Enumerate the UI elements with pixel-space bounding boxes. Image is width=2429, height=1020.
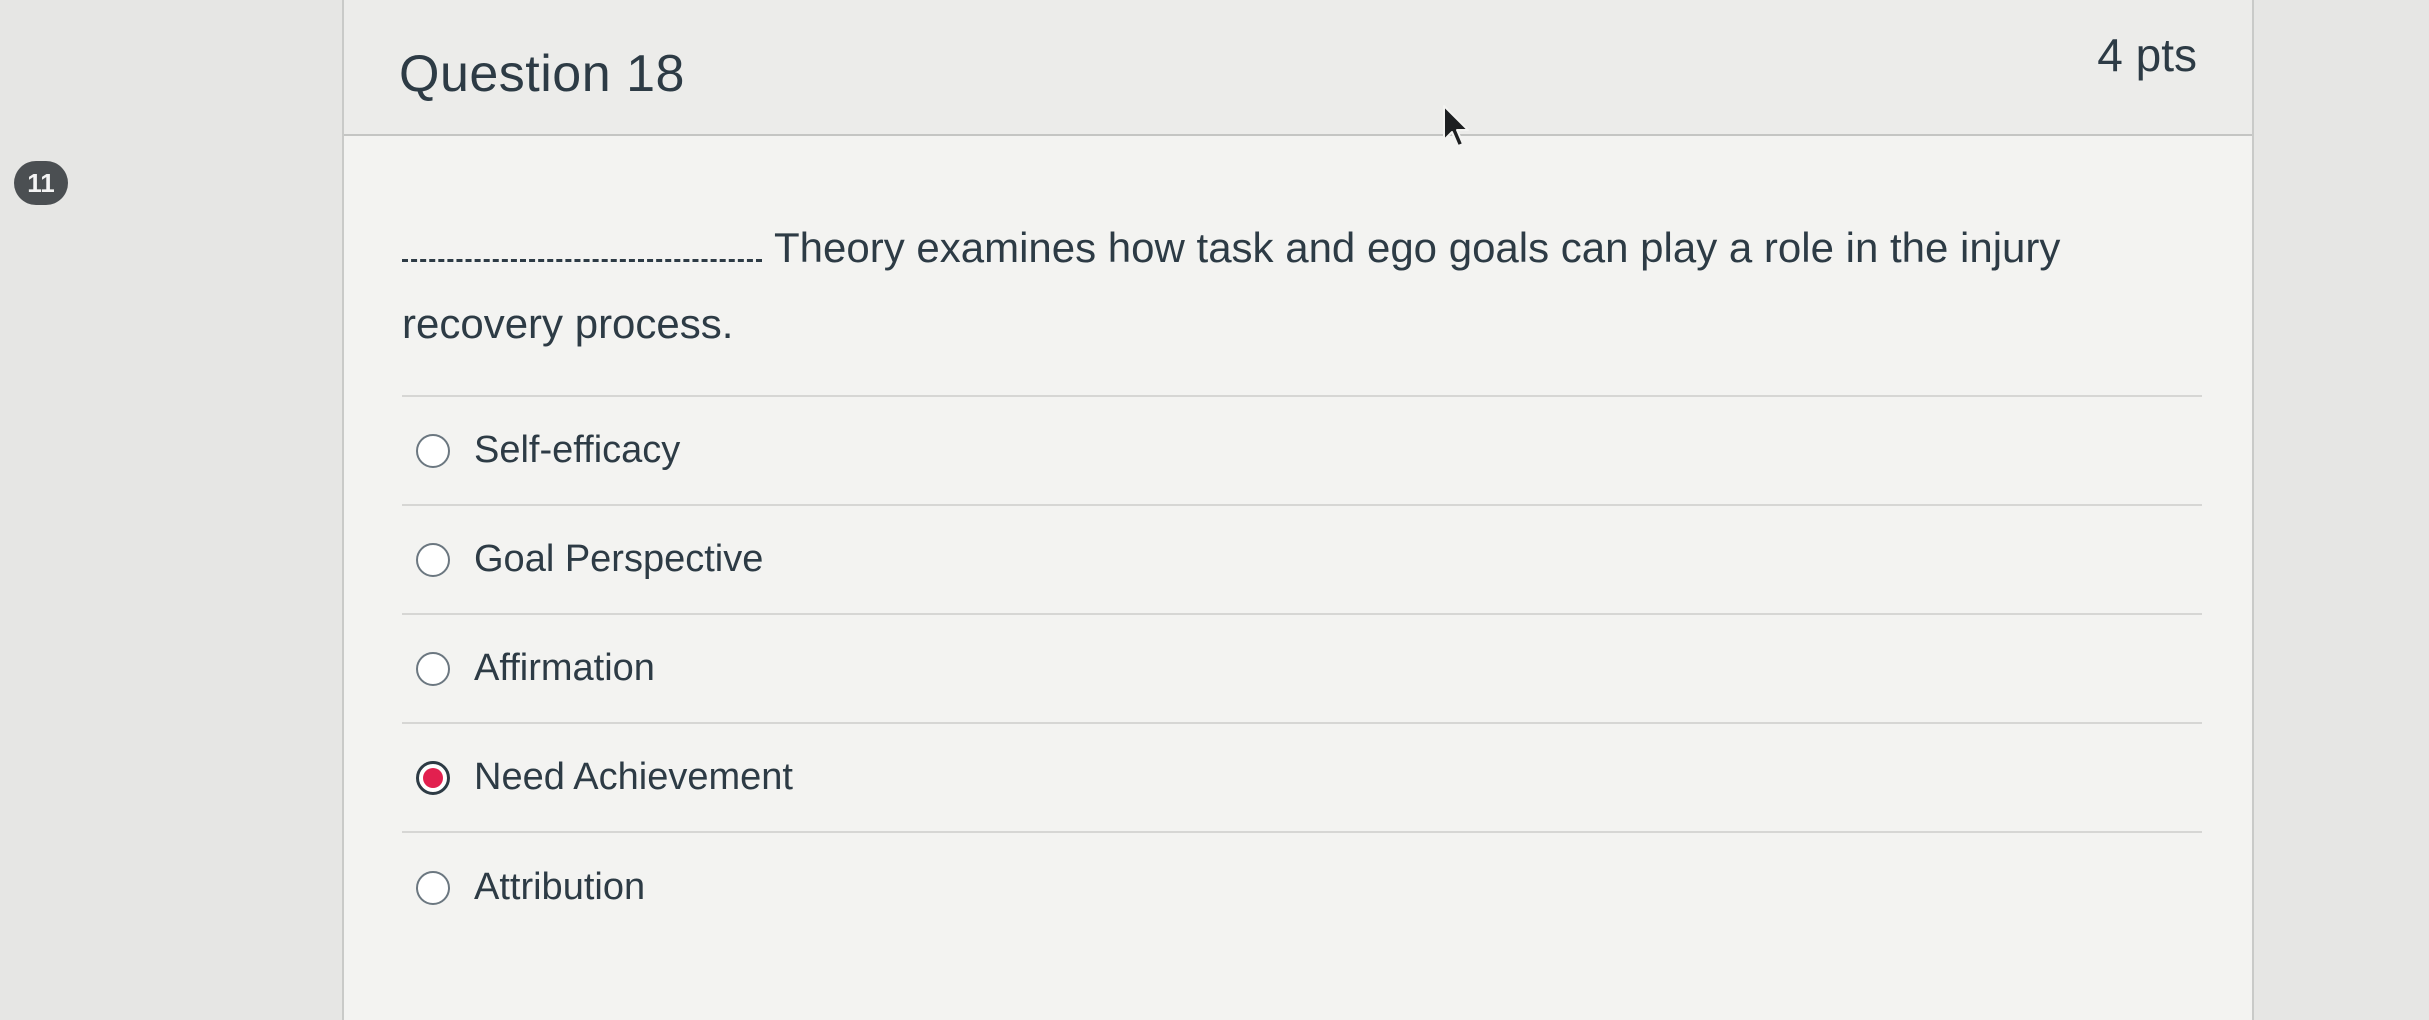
answer-label: Self-efficacy	[474, 429, 681, 471]
answer-label: Goal Perspective	[474, 538, 764, 580]
question-points: 4 pts	[2097, 29, 2197, 81]
answer-option-affirmation[interactable]: Affirmation	[402, 615, 2202, 724]
answer-list: Self-efficacy Goal Perspective Affirmati…	[402, 395, 2202, 942]
radio-button[interactable]	[416, 433, 450, 468]
question-title: Question 18	[399, 45, 685, 103]
question-number-marker-label: 11	[27, 167, 55, 198]
answer-label: Need Achievement	[474, 756, 793, 798]
question-header: Question 18 4 pts	[344, 0, 2252, 136]
mouse-pointer-icon	[1443, 105, 1469, 147]
answer-option-attribution[interactable]: Attribution	[402, 833, 2202, 942]
question-text: Theory examines how task and ego goals c…	[402, 210, 2202, 362]
answer-label: Attribution	[474, 866, 646, 908]
answer-option-need-achievement[interactable]: Need Achievement	[402, 724, 2202, 833]
answer-label: Affirmation	[474, 647, 655, 689]
radio-button[interactable]	[416, 542, 450, 577]
radio-button[interactable]	[416, 870, 450, 905]
radio-button[interactable]	[416, 651, 450, 686]
fill-in-blank	[402, 229, 762, 262]
question-number-marker[interactable]: 11	[14, 161, 68, 205]
answer-option-goal-perspective[interactable]: Goal Perspective	[402, 506, 2202, 615]
answer-option-self-efficacy[interactable]: Self-efficacy	[402, 397, 2202, 506]
question-card: Question 18 4 pts Theory examines how ta…	[342, 0, 2254, 1020]
radio-button-selected[interactable]	[416, 760, 450, 795]
